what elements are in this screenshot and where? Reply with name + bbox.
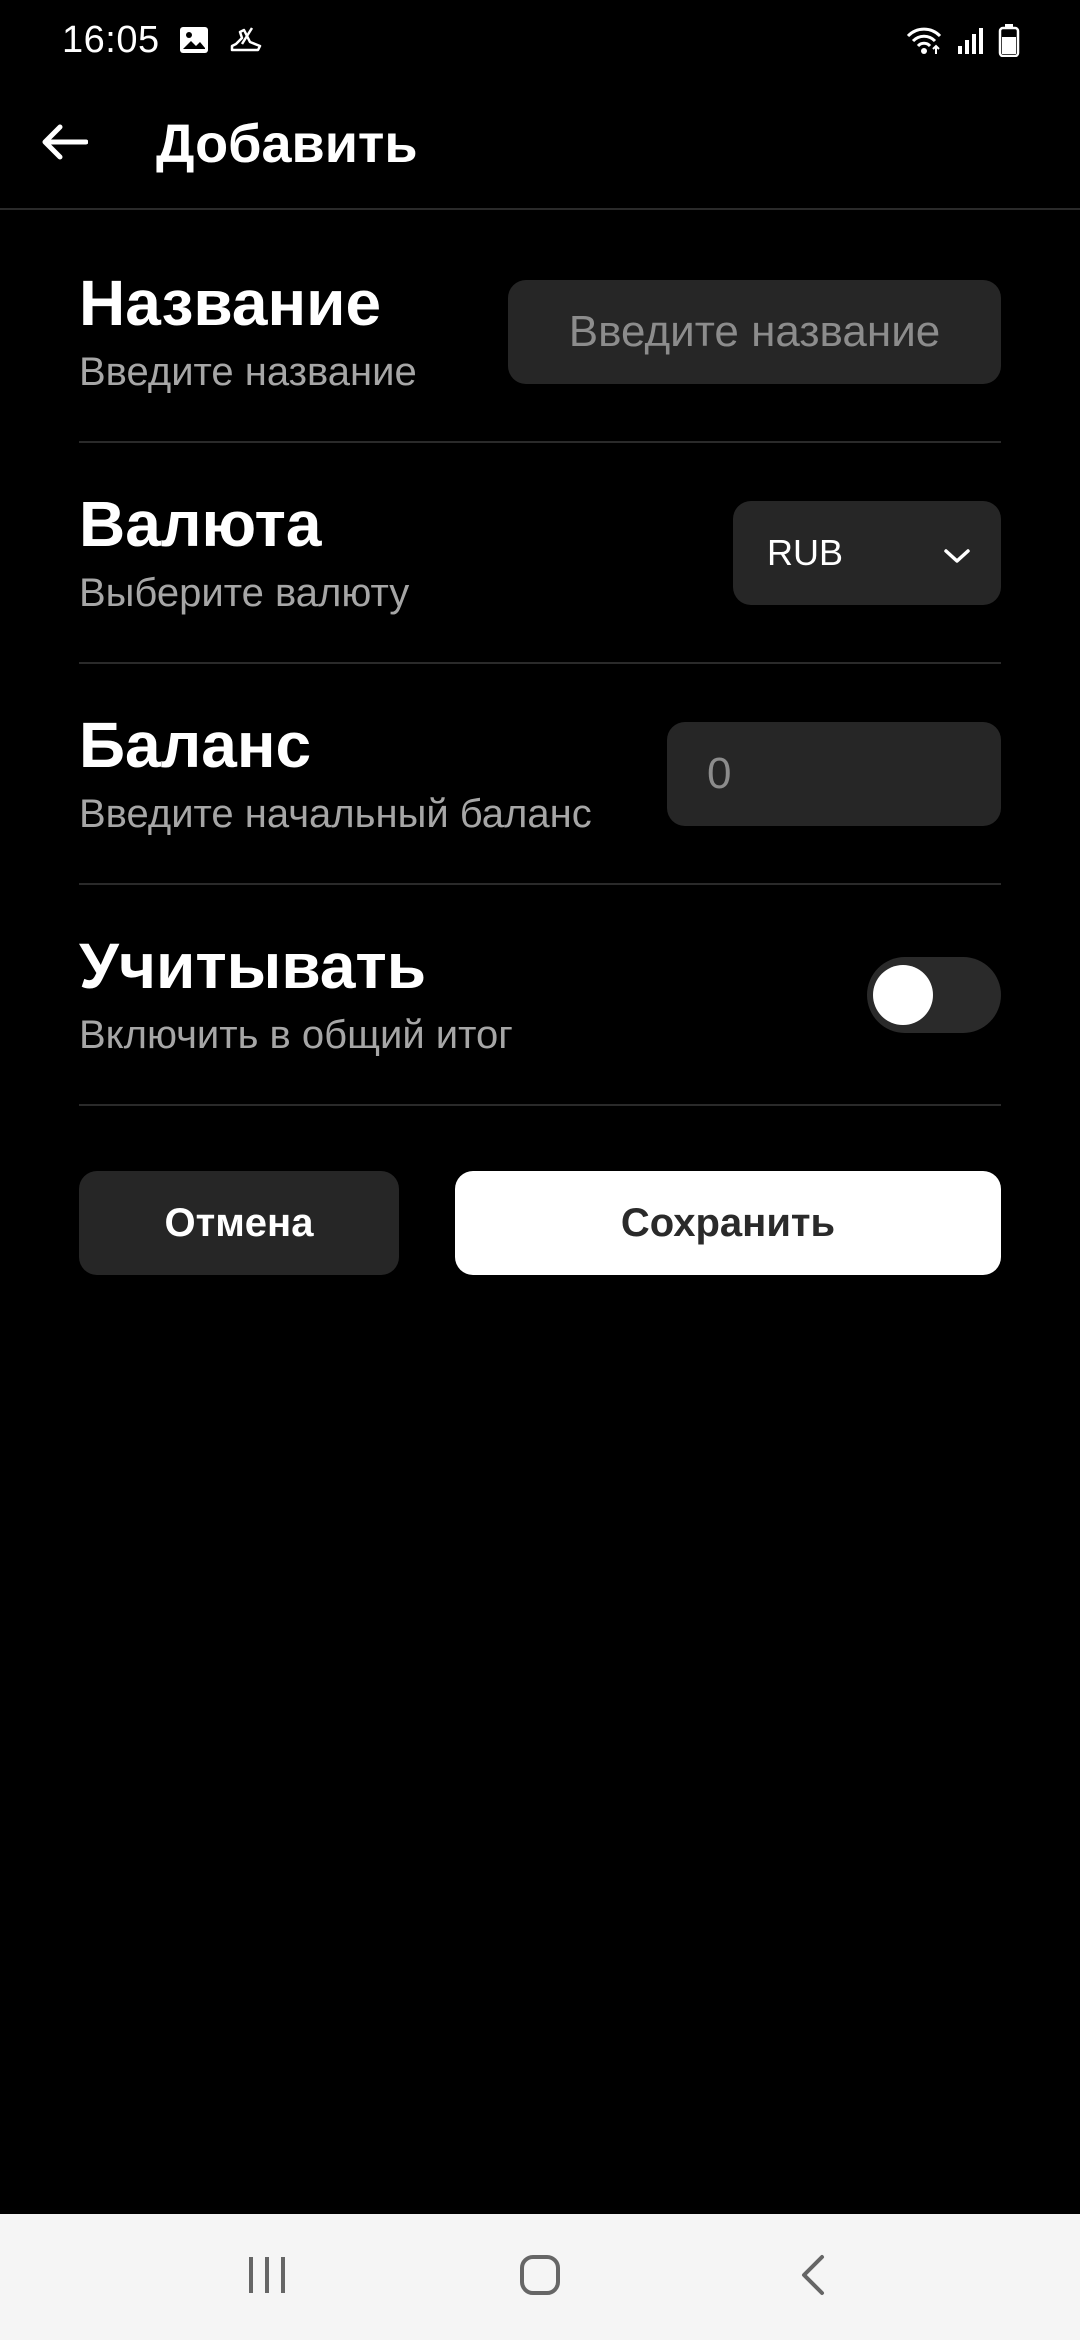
- include-row: Учитывать Включить в общий итог: [79, 885, 1001, 1106]
- toggle-knob: [873, 964, 933, 1025]
- currency-row: Валюта Выберите валюту RUB: [79, 443, 1001, 664]
- recent-apps-button[interactable]: [207, 2227, 327, 2327]
- balance-row: Баланс Введите начальный баланс 0: [79, 664, 1001, 885]
- currency-title: Валюта: [79, 487, 322, 560]
- status-bar: 16:05: [0, 0, 1080, 80]
- name-title: Название: [79, 266, 382, 339]
- include-subtitle: Включить в общий итог: [79, 1013, 513, 1058]
- balance-input[interactable]: 0: [667, 721, 1001, 826]
- cancel-button[interactable]: Отмена: [79, 1171, 399, 1275]
- battery-icon: [998, 23, 1020, 57]
- sneaker-icon: [228, 24, 264, 56]
- currency-selected-value: RUB: [767, 531, 844, 573]
- system-nav-bar: [0, 2214, 1080, 2340]
- balance-title: Баланс: [79, 708, 312, 781]
- include-title: Учитывать: [79, 929, 427, 1002]
- include-text: Учитывать Включить в общий итог: [79, 929, 513, 1058]
- home-icon: [518, 2253, 562, 2302]
- balance-subtitle: Введите начальный баланс: [79, 792, 592, 837]
- name-row: Название Введите название Введите назван…: [79, 222, 1001, 443]
- chevron-down-icon: [943, 532, 971, 574]
- name-subtitle: Введите название: [79, 350, 417, 395]
- back-button[interactable]: [0, 79, 130, 209]
- wifi-icon: [904, 24, 944, 56]
- arrow-left-icon: [42, 122, 89, 167]
- currency-select[interactable]: RUB: [733, 500, 1001, 605]
- page-title: Добавить: [156, 114, 418, 174]
- name-text: Название Введите название: [79, 266, 417, 395]
- back-icon: [798, 2253, 828, 2302]
- status-left: 16:05: [62, 19, 264, 62]
- home-button[interactable]: [480, 2227, 600, 2327]
- account-form: Название Введите название Введите назван…: [79, 222, 1001, 1106]
- top-app-bar: Добавить: [0, 80, 1080, 210]
- currency-text: Валюта Выберите валюту: [79, 487, 410, 616]
- name-input[interactable]: Введите название: [508, 279, 1001, 384]
- screen: 16:05 Добавить Название Введите название…: [0, 0, 1080, 2340]
- action-buttons: Отмена Сохранить: [79, 1171, 1001, 1275]
- signal-icon: [956, 24, 986, 56]
- status-right: [904, 23, 1020, 57]
- include-toggle[interactable]: [867, 956, 1001, 1033]
- currency-subtitle: Выберите валюту: [79, 571, 410, 616]
- save-button[interactable]: Сохранить: [455, 1171, 1001, 1275]
- balance-text: Баланс Введите начальный баланс: [79, 708, 592, 837]
- system-back-button[interactable]: [753, 2227, 873, 2327]
- status-time: 16:05: [62, 18, 160, 61]
- image-icon: [178, 24, 210, 56]
- recent-apps-icon: [245, 2255, 289, 2300]
